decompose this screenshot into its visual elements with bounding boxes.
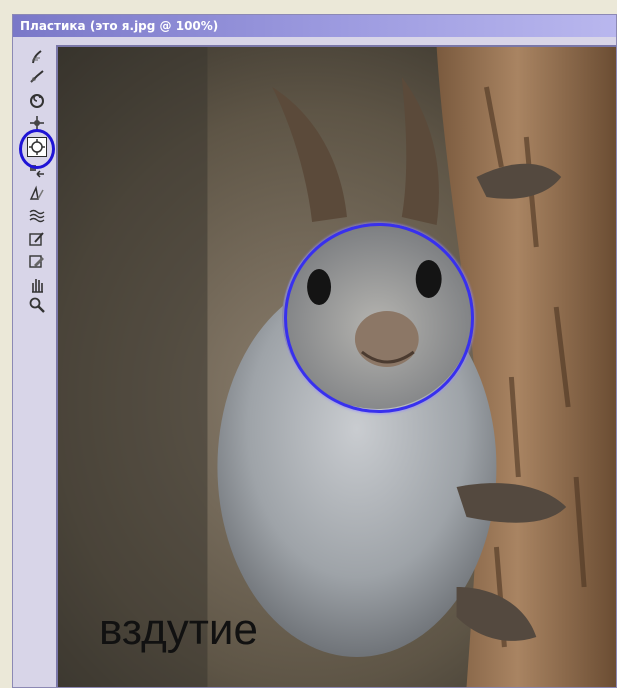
zoom-tool-icon[interactable] [27,295,47,315]
reconstruct-tool-icon[interactable] [27,67,47,87]
image-canvas[interactable]: вздутие [56,45,616,687]
pucker-tool-icon[interactable] [27,113,47,133]
squirrel-photo [58,47,616,687]
turbulence-tool-icon[interactable] [27,205,47,225]
forward-warp-tool-icon[interactable] [27,47,47,67]
liquify-window: Пластика (это я.jpg @ 100%) вздутие [12,14,617,688]
caption-text: вздутие [99,605,258,654]
hand-tool-icon[interactable] [27,275,47,295]
push-left-tool-icon[interactable] [27,161,47,181]
freeze-mask-tool-icon[interactable] [27,229,47,249]
mirror-tool-icon[interactable] [27,183,47,203]
twirl-tool-icon[interactable] [27,91,47,111]
bloat-tool-icon[interactable] [27,137,47,157]
thaw-mask-tool-icon[interactable] [27,251,47,271]
liquify-toolbar [18,43,55,687]
window-title: Пластика (это я.jpg @ 100%) [13,15,616,37]
